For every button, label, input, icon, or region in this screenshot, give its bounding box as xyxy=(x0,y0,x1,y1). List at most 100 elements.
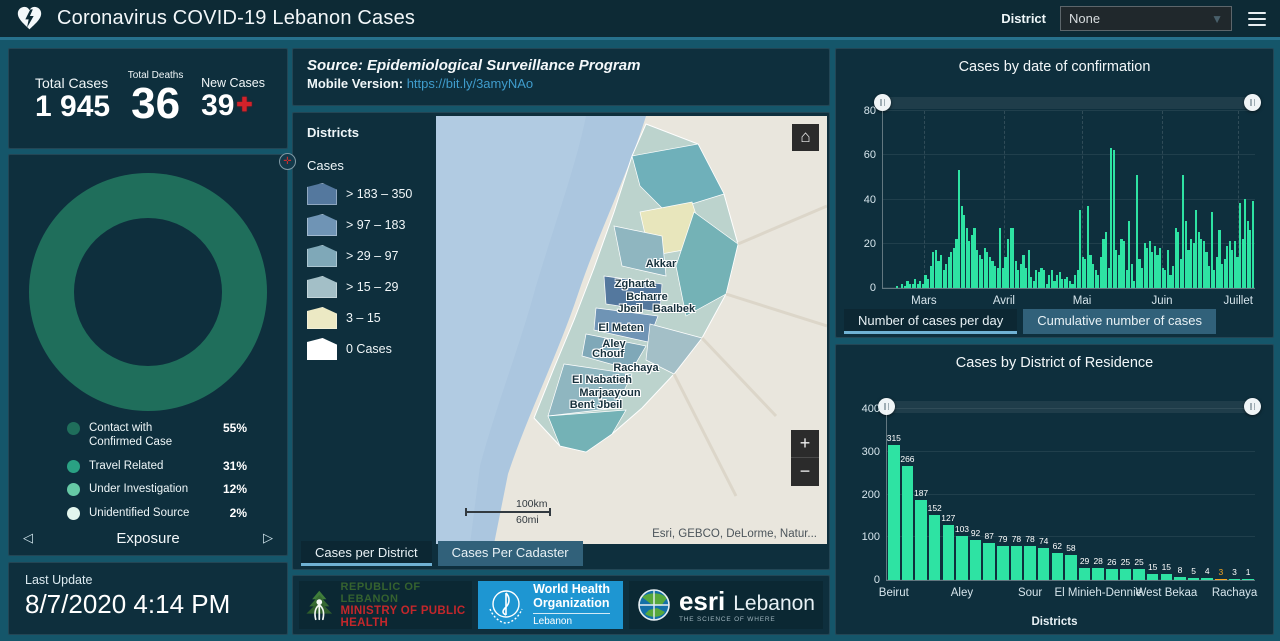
x-tick-label: Mars xyxy=(911,295,937,307)
bar[interactable] xyxy=(1037,548,1050,580)
chart1-range-slider[interactable] xyxy=(874,94,1261,111)
map-district-label: Baalbek xyxy=(652,303,696,315)
x-tick-label: Juin xyxy=(1151,295,1173,307)
tab-cases-per-district[interactable]: Cases per District xyxy=(301,541,432,566)
bar[interactable] xyxy=(1078,568,1091,580)
cedar-tree-icon xyxy=(306,590,333,621)
map-district-label: Zgharta xyxy=(614,278,656,290)
map-legend-class: 3 – 15 xyxy=(307,307,425,329)
map[interactable]: Akkar Zgharta Bcharre Jbeil Baalbek El Meten A… xyxy=(436,116,827,544)
new-cases-label: New Cases xyxy=(201,75,265,90)
y-tick-label: 60 xyxy=(863,149,876,162)
zoom-in-icon[interactable]: + xyxy=(791,430,819,458)
map-attribution: Esri, GEBCO, DeLorme, Natur... xyxy=(652,528,817,540)
bar[interactable] xyxy=(1174,577,1186,580)
source-text: Source: Epidemiological Surveillance Pro… xyxy=(307,57,641,74)
map-district-label: Rachaya xyxy=(613,362,659,374)
exposure-donut-chart[interactable] xyxy=(29,173,267,411)
chart1-tabs: Number of cases per day Cumulative numbe… xyxy=(844,309,1216,334)
red-plus-icon: ✚ xyxy=(236,94,253,116)
exposure-legend-item[interactable]: Contact with Confirmed Case 55% xyxy=(67,421,247,450)
legend-label: Travel Related xyxy=(89,459,164,472)
esri-region: Lebanon xyxy=(733,591,815,615)
district-dropdown[interactable]: None ▼ xyxy=(1060,6,1232,31)
pager-prev-icon[interactable]: ◁ xyxy=(15,530,41,546)
cases-by-date-chart[interactable]: 0 20 40 60 80 Mars Avril Mai Juin Juillet xyxy=(864,105,1255,307)
bar[interactable] xyxy=(928,515,941,580)
widget-compass-icon[interactable]: ✛ xyxy=(279,153,296,170)
tab-cases-per-cadaster[interactable]: Cases Per Cadaster xyxy=(437,541,583,566)
bar[interactable] xyxy=(1146,574,1159,580)
map-home-icon[interactable]: ⌂ xyxy=(792,124,819,151)
bar[interactable] xyxy=(888,445,900,580)
chart2-title: Cases by District of Residence xyxy=(955,355,1154,371)
bar[interactable] xyxy=(901,466,914,580)
legend-value: 31% xyxy=(222,458,247,473)
bar[interactable] xyxy=(956,536,968,580)
defibrillator-heart-icon xyxy=(17,6,42,30)
legend-value: 2% xyxy=(229,505,247,520)
mobile-version-label: Mobile Version: xyxy=(307,76,404,91)
slider-handle-left[interactable] xyxy=(874,94,891,111)
slider-handle-right[interactable] xyxy=(1244,94,1261,111)
exposure-legend-item[interactable]: Travel Related 31% xyxy=(67,459,247,473)
y-tick-label: 100 xyxy=(861,531,880,544)
exposure-legend-item[interactable]: Under Investigation 12% xyxy=(67,482,247,497)
bar-value-label: 1 xyxy=(1245,567,1251,577)
bar[interactable] xyxy=(983,543,995,580)
map-legend-class: 0 Cases xyxy=(307,338,425,360)
map-legend-class: > 183 – 350 xyxy=(307,183,425,205)
legend-dot xyxy=(67,422,80,435)
map-district-label: El Meten xyxy=(598,322,644,334)
bar[interactable] xyxy=(1024,546,1036,580)
y-tick-label: 40 xyxy=(863,193,876,206)
legend-class-label: > 183 – 350 xyxy=(346,187,413,201)
bar[interactable] xyxy=(969,540,982,580)
menu-icon[interactable] xyxy=(1246,10,1268,28)
esri-tagline: THE SCIENCE OF WHERE xyxy=(678,615,776,623)
esri-name: esri xyxy=(678,585,726,616)
exposure-legend-item[interactable]: Unidentified Source 2% xyxy=(67,506,247,520)
exposure-pager: ◁ Exposure ▷ xyxy=(15,527,281,549)
chart1-title: Cases by date of confirmation xyxy=(958,59,1151,75)
who-logo: World Health Organization Lebanon xyxy=(478,581,623,629)
legend-class-label: > 29 – 97 xyxy=(346,249,399,263)
x-tick-label: West Bekaa xyxy=(1135,587,1198,599)
esri-globe-icon xyxy=(638,589,670,621)
legend-value: 55% xyxy=(222,421,247,435)
bar[interactable] xyxy=(1051,553,1064,580)
district-filter-label: District xyxy=(1001,11,1046,26)
scale-km: 100km xyxy=(516,498,548,510)
tab-cumulative-cases[interactable]: Cumulative number of cases xyxy=(1023,309,1216,334)
map-district-label: Marjaayoun xyxy=(579,387,641,399)
legend-swatch xyxy=(307,276,337,298)
cases-by-district-chart[interactable]: 0 100 200 300 400 Beirut Aley Sour El Minieh-Den… xyxy=(862,403,1258,599)
who-sub: Lebanon xyxy=(533,612,610,627)
bar[interactable] xyxy=(1242,579,1254,580)
legend-swatch xyxy=(307,183,337,205)
map-district-label: El Nabatieh xyxy=(572,374,632,386)
map-district-label: Jbeil xyxy=(617,303,643,315)
bar[interactable] xyxy=(1187,578,1200,580)
bar[interactable] xyxy=(1010,546,1023,580)
scale-mi: 60mi xyxy=(516,514,539,526)
bar[interactable] xyxy=(1092,568,1104,580)
who-emblem-icon xyxy=(489,590,523,624)
legend-swatch xyxy=(307,214,337,236)
mobile-version-link[interactable]: https://bit.ly/3amyNAo xyxy=(407,76,533,91)
cases-by-date-panel: Cases by date of confirmation 0 20 40 60 80 M… xyxy=(835,48,1274,338)
map-legend-class: > 29 – 97 xyxy=(307,245,425,267)
bar[interactable] xyxy=(1251,201,1255,288)
pager-next-icon[interactable]: ▷ xyxy=(255,530,281,546)
legend-label: Under Investigation xyxy=(89,483,189,496)
bar[interactable] xyxy=(1201,578,1213,580)
map-legend-class: > 97 – 183 xyxy=(307,214,425,236)
tab-cases-per-day[interactable]: Number of cases per day xyxy=(844,309,1018,334)
bar[interactable] xyxy=(1119,569,1132,580)
bar[interactable] xyxy=(1215,579,1227,580)
bar[interactable] xyxy=(1106,569,1118,580)
bar[interactable] xyxy=(997,546,1009,580)
x-tick-label: El Minieh-Dennie xyxy=(1054,587,1143,599)
bar[interactable] xyxy=(1228,579,1241,580)
zoom-out-icon[interactable]: − xyxy=(791,458,819,486)
